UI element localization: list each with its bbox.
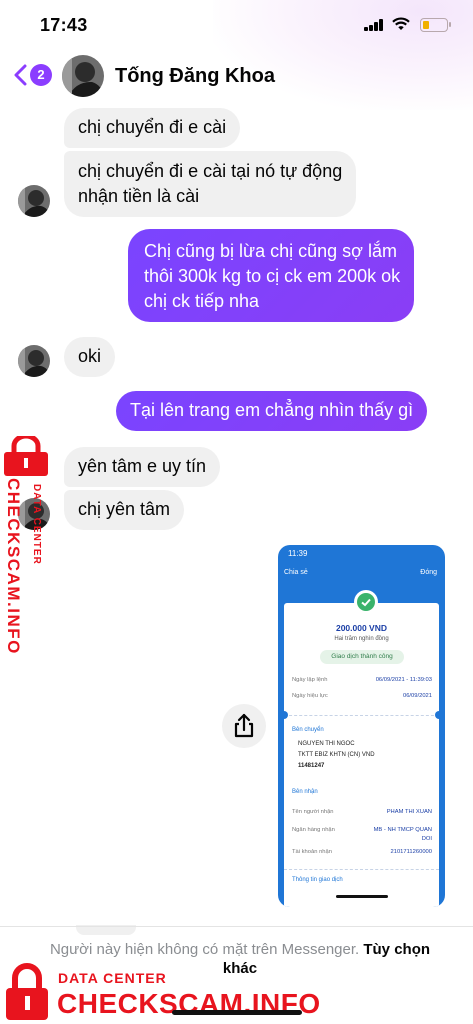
- wifi-icon: [392, 17, 410, 30]
- message-incoming[interactable]: yên tâm e uy tín: [64, 447, 221, 487]
- contact-avatar[interactable]: [62, 55, 104, 97]
- message-text: chị chuyển đi e cài: [78, 117, 227, 137]
- receipt-image[interactable]: 11:39 Chia sẻ Đóng 200.000 VND Hai trăm …: [278, 545, 445, 907]
- chat-header: 2 Tống Đăng Khoa: [0, 52, 473, 100]
- message-text: thôi 300k kg to cị ck em 200k ok: [144, 266, 401, 286]
- receipt-receiver-section: Bên nhận: [292, 789, 318, 795]
- receipt-card: 200.000 VND Hai trăm nghìn đồng Giao dịc…: [280, 590, 443, 907]
- message-text: chị ck tiếp nha: [144, 291, 260, 311]
- sender-avatar: [18, 185, 50, 217]
- receipt-share: Chia sẻ: [284, 569, 308, 576]
- footer-divider: [0, 926, 473, 927]
- unavailable-text: Người này hiện không có mặt trên Messeng…: [49, 941, 360, 958]
- contact-name[interactable]: Tống Đăng Khoa: [115, 65, 275, 88]
- message-incoming[interactable]: oki: [64, 337, 116, 377]
- receipt-created-row: Ngày lập lệnh 06/09/2021 - 11:39:03: [292, 677, 432, 683]
- receipt-notch: [280, 711, 288, 719]
- receipt-effective-label: Ngày hiệu lực: [292, 693, 328, 699]
- receipt-info-section: Thông tin giao dịch: [292, 877, 343, 883]
- message-incoming[interactable]: chị yên tâm: [64, 490, 185, 530]
- receipt-receiver-name-row: Tên người nhận PHAM THI XUAN: [292, 809, 432, 815]
- receipt-created-value: 06/09/2021 - 11:39:03: [375, 677, 432, 683]
- receipt-home-indicator: [336, 895, 388, 898]
- watermark-side: CHECKSCAM.INFO DATA CENTER: [3, 478, 42, 668]
- receipt-receiver-bank-label: Ngân hàng nhận: [292, 827, 335, 833]
- check-icon: [354, 590, 378, 614]
- watermark-small: DATA CENTER: [58, 970, 167, 986]
- home-indicator[interactable]: [172, 1010, 302, 1015]
- receipt-sender-account-type: TKTT EBIZ KHTN (CN) VND: [298, 752, 375, 758]
- signal-icon: [364, 19, 384, 31]
- receipt-nav: Chia sẻ Đóng: [278, 563, 445, 585]
- message-text: Tại lên trang em chẳng nhìn thấy gì: [130, 400, 414, 420]
- receipt-divider: [284, 715, 439, 716]
- receipt-time: 11:39: [288, 549, 308, 558]
- message-text: Chị cũng bị lừa chị cũng sợ lắm: [144, 241, 397, 261]
- receipt-amount-words: Hai trăm nghìn đồng: [334, 636, 389, 642]
- message-text: chị yên tâm: [78, 499, 171, 519]
- sender-avatar: [18, 345, 50, 377]
- message-outgoing[interactable]: Tại lên trang em chẳng nhìn thấy gì: [116, 391, 428, 431]
- receipt-created-label: Ngày lập lệnh: [292, 677, 328, 683]
- receipt-sender-name: NGUYEN THI NGOC: [298, 741, 355, 747]
- receipt-status-bar: 11:39: [278, 545, 445, 563]
- message-text: oki: [78, 346, 102, 366]
- status-time: 17:43: [40, 15, 88, 35]
- receipt-close: Đóng: [420, 569, 437, 576]
- message-text: yên tâm e uy tín: [78, 456, 207, 476]
- battery-icon: [420, 18, 451, 32]
- share-icon: [234, 713, 254, 738]
- message-text: nhận tiền là cài: [78, 186, 200, 206]
- watermark-small: DATA CENTER: [31, 484, 42, 565]
- unread-badge: 2: [30, 64, 52, 86]
- receipt-receiver-account-row: Tài khoản nhận 2101711260000: [292, 849, 432, 855]
- receipt-divider: [284, 869, 439, 870]
- back-button[interactable]: 2: [12, 62, 54, 88]
- share-button[interactable]: [222, 704, 266, 748]
- message-incoming[interactable]: chị chuyển đi e cài: [64, 108, 241, 148]
- receipt-receiver-name: PHAM THI XUAN: [386, 809, 432, 815]
- watermark-big: CHECKSCAM.INFO: [4, 478, 23, 655]
- receipt-receiver-bank2: DOI: [421, 836, 432, 842]
- receipt-receiver-bank-row: Ngân hàng nhận MB - NH TMCP QUAN: [292, 827, 432, 833]
- receipt-receiver-account: 2101711260000: [390, 849, 432, 855]
- receipt-receiver-name-label: Tên người nhận: [292, 809, 334, 815]
- status-bar: 17:43: [0, 0, 473, 50]
- receipt-notch: [435, 711, 443, 719]
- message-incoming[interactable]: chị chuyển đi e cài tại nó tự động nhận …: [64, 151, 357, 217]
- lock-icon: [4, 436, 48, 476]
- receipt-status: Giao dịch thành công: [320, 650, 404, 664]
- receipt-amount: 200.000 VND: [335, 623, 388, 633]
- message-text: chị chuyển đi e cài tại nó tự động: [78, 161, 343, 181]
- watermark-big: CHECKSCAM.INFO: [57, 988, 321, 1019]
- receipt-sender-account: 11481247: [298, 763, 325, 769]
- receipt-effective-row: Ngày hiệu lực 06/09/2021: [292, 693, 432, 699]
- receipt-receiver-account-label: Tài khoản nhận: [292, 849, 332, 855]
- receipt-receiver-bank: MB - NH TMCP QUAN: [373, 827, 432, 833]
- back-chevron-icon: [14, 64, 27, 86]
- receipt-effective-value: 06/09/2021: [402, 693, 432, 699]
- message-outgoing[interactable]: Chị cũng bị lừa chị cũng sợ lắm thôi 300…: [128, 229, 415, 322]
- lock-icon: [6, 963, 48, 1020]
- receipt-sender-section: Bên chuyển: [292, 727, 324, 733]
